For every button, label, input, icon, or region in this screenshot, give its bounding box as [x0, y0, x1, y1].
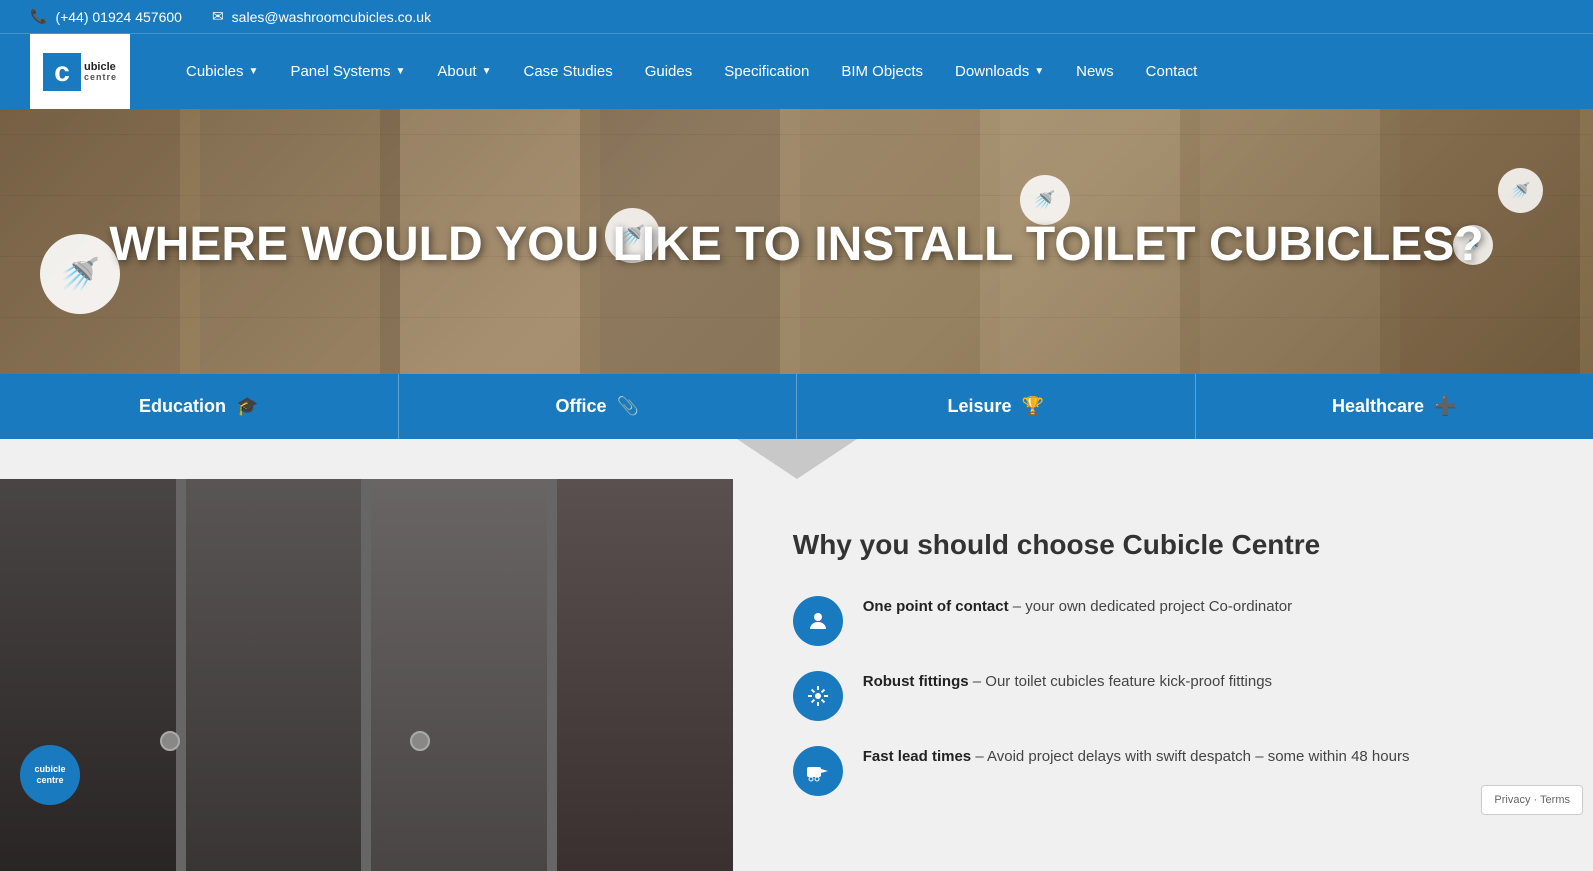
- panel-2: [186, 479, 372, 871]
- nav-specification[interactable]: Specification: [708, 35, 825, 108]
- phone-number[interactable]: (+44) 01924 457600: [55, 9, 182, 25]
- phone-icon: 📞: [30, 8, 47, 25]
- cubicle-panels: [0, 479, 733, 871]
- email-address[interactable]: sales@washroomcubicles.co.uk: [232, 9, 431, 25]
- panel-1: [0, 479, 186, 871]
- nav-about[interactable]: About ▼: [421, 35, 507, 108]
- nav-contact[interactable]: Contact: [1130, 35, 1214, 108]
- office-icon: 📎: [617, 396, 639, 417]
- education-button[interactable]: Education 🎓: [0, 374, 399, 439]
- hero-section: 🚿 🚿 🚿 🚿 🚿 WHERE WOULD YOU LIKE TO INSTAL…: [0, 109, 1593, 439]
- feature-lead-times-rest: – Avoid project delays with swift despat…: [971, 748, 1409, 765]
- cubicle-image: [0, 479, 733, 871]
- chevron-down-icon: ▼: [482, 66, 492, 77]
- nav-cubicles[interactable]: Cubicles ▼: [170, 35, 274, 108]
- bottom-section: Why you should choose Cubicle Centre One…: [0, 479, 1593, 871]
- leisure-button[interactable]: Leisure 🏆: [797, 374, 1196, 439]
- feature-contact-bold: One point of contact: [863, 598, 1009, 615]
- logo[interactable]: c ubicle centre: [30, 34, 130, 109]
- feature-lead-times: Fast lead times – Avoid project delays w…: [793, 746, 1533, 796]
- feature-contact: One point of contact – your own dedicate…: [793, 596, 1533, 646]
- chevron-down-icon: ▼: [1034, 66, 1044, 77]
- nav-panel-systems[interactable]: Panel Systems ▼: [274, 35, 421, 108]
- office-label: Office: [556, 396, 607, 417]
- door-button-1: [160, 731, 180, 751]
- arrow-down-shape: [737, 439, 857, 479]
- feature-contact-text: One point of contact – your own dedicate…: [863, 596, 1292, 619]
- feature-lead-times-bold: Fast lead times: [863, 748, 971, 765]
- top-bar: 📞 (+44) 01924 457600 ✉ sales@washroomcub…: [0, 0, 1593, 33]
- education-icon: 🎓: [236, 396, 258, 417]
- feature-fittings-rest: – Our toilet cubicles feature kick-proof…: [969, 673, 1272, 690]
- lead-times-icon: [793, 746, 843, 796]
- header: c ubicle centre Cubicles ▼ Panel Systems…: [0, 33, 1593, 109]
- chevron-down-icon: ▼: [395, 66, 405, 77]
- email-icon: ✉: [212, 8, 224, 25]
- privacy-badge[interactable]: Privacy · Terms: [1481, 785, 1583, 815]
- nav-bim-objects[interactable]: BIM Objects: [825, 35, 939, 108]
- healthcare-label: Healthcare: [1332, 396, 1424, 417]
- panel-4: [557, 479, 733, 871]
- healthcare-icon: ➕: [1434, 396, 1456, 417]
- chevron-down-icon: ▼: [249, 66, 259, 77]
- privacy-label: Privacy · Terms: [1494, 794, 1570, 806]
- phone-item: 📞 (+44) 01924 457600: [30, 8, 182, 25]
- feature-fittings: Robust fittings – Our toilet cubicles fe…: [793, 671, 1533, 721]
- leisure-icon: 🏆: [1022, 396, 1044, 417]
- door-button-2: [410, 731, 430, 751]
- nav-news[interactable]: News: [1060, 35, 1130, 108]
- nav-downloads[interactable]: Downloads ▼: [939, 35, 1060, 108]
- healthcare-button[interactable]: Healthcare ➕: [1196, 374, 1593, 439]
- panel-3: [371, 479, 557, 871]
- education-label: Education: [139, 396, 226, 417]
- feature-fittings-bold: Robust fittings: [863, 673, 969, 690]
- why-section: Why you should choose Cubicle Centre One…: [733, 479, 1593, 871]
- feature-fittings-text: Robust fittings – Our toilet cubicles fe…: [863, 671, 1272, 694]
- cookie-badge[interactable]: cubiclecentre: [20, 745, 80, 805]
- divider-arrow: [0, 439, 1593, 479]
- fittings-icon: [793, 671, 843, 721]
- feature-contact-rest: – your own dedicated project Co-ordinato…: [1009, 598, 1293, 615]
- nav-case-studies[interactable]: Case Studies: [508, 35, 629, 108]
- why-title: Why you should choose Cubicle Centre: [793, 529, 1533, 561]
- main-nav: Cubicles ▼ Panel Systems ▼ About ▼ Case …: [170, 35, 1563, 108]
- hero-buttons: Education 🎓 Office 📎 Leisure 🏆 Healthcar…: [0, 374, 1593, 439]
- contact-icon: [793, 596, 843, 646]
- nav-guides[interactable]: Guides: [629, 35, 709, 108]
- office-button[interactable]: Office 📎: [399, 374, 798, 439]
- leisure-label: Leisure: [948, 396, 1012, 417]
- hero-title: WHERE WOULD YOU LIKE TO INSTALL TOILET C…: [89, 217, 1503, 272]
- email-item: ✉ sales@washroomcubicles.co.uk: [212, 8, 431, 25]
- cookie-label: cubiclecentre: [34, 764, 65, 786]
- feature-lead-times-text: Fast lead times – Avoid project delays w…: [863, 746, 1410, 769]
